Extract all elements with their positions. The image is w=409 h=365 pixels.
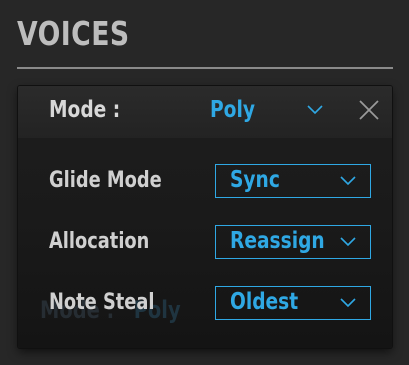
voices-section: VOICES Mode : Poly Mode : Poly Glide Mod… (0, 0, 409, 365)
voice-settings-popup: Mode : Poly Mode : Poly Glide Mode Sync … (18, 86, 392, 348)
glide-mode-value: Sync (230, 167, 280, 193)
section-title: VOICES (17, 14, 130, 53)
title-divider (17, 67, 393, 69)
glide-mode-label: Glide Mode (49, 168, 162, 193)
allocation-label: Allocation (49, 229, 150, 254)
chevron-down-icon[interactable] (307, 105, 323, 115)
allocation-value: Reassign (230, 228, 325, 254)
mode-label: Mode : (49, 97, 121, 123)
chevron-down-icon (340, 237, 356, 247)
close-icon[interactable] (358, 99, 380, 121)
glide-mode-dropdown[interactable]: Sync (215, 164, 371, 198)
mode-selector[interactable]: Poly (210, 97, 255, 123)
allocation-dropdown[interactable]: Reassign (215, 225, 371, 259)
note-steal-value: Oldest (230, 289, 299, 315)
note-steal-dropdown[interactable]: Oldest (215, 286, 371, 320)
note-steal-label: Note Steal (49, 290, 155, 315)
chevron-down-icon (340, 176, 356, 186)
chevron-down-icon (340, 298, 356, 308)
